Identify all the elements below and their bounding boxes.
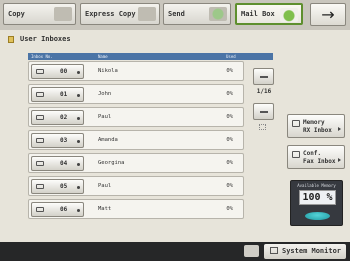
- inbox-row[interactable]: 06 Matt 0%: [28, 199, 244, 219]
- memory-rx-inbox-label-2: RX Inbox: [303, 127, 332, 134]
- inbox-name: Matt: [98, 206, 112, 212]
- conf-fax-inbox-button[interactable]: Conf. Fax Inbox: [287, 145, 345, 169]
- inbox-number-button[interactable]: 03: [31, 133, 84, 148]
- system-monitor-button[interactable]: System Monitor: [264, 244, 346, 259]
- inbox-icon: [36, 138, 44, 143]
- inbox-name: Georgina: [98, 160, 125, 166]
- memory-disk-icon: [305, 212, 330, 220]
- inbox-number-button[interactable]: 01: [31, 87, 84, 102]
- inbox-icon: [292, 120, 300, 127]
- inbox-icon: [36, 115, 44, 120]
- page-indicator: 1/16: [256, 88, 272, 95]
- inbox-number-button[interactable]: 00: [31, 64, 84, 79]
- inbox-row[interactable]: 02 Paul 0%: [28, 107, 244, 127]
- inbox-name: Amanda: [98, 137, 118, 143]
- memory-rx-inbox-label-1: Memory: [303, 119, 325, 126]
- chevron-right-icon: [338, 127, 341, 131]
- tab-mail-box[interactable]: Mail Box: [235, 3, 303, 25]
- scroll-down-icon: [260, 111, 268, 113]
- inbox-name: Nikola: [98, 68, 118, 74]
- scroll-up-button[interactable]: [253, 68, 274, 85]
- monitor-icon: [270, 247, 278, 254]
- page-title-text: User Inboxes: [20, 35, 71, 43]
- inbox-icon: [36, 207, 44, 212]
- device-icon[interactable]: [244, 245, 259, 257]
- inbox-name: Paul: [98, 114, 112, 120]
- chevron-right-icon: [77, 209, 80, 212]
- tab-copy-label: Copy: [8, 10, 25, 18]
- scroll-up-icon: [260, 76, 268, 78]
- system-monitor-label: System Monitor: [282, 247, 342, 255]
- inbox-number-button[interactable]: 06: [31, 202, 84, 217]
- inbox-list-header: Inbox No. Name Used: [28, 53, 273, 60]
- inbox-row[interactable]: 04 Georgina 0%: [28, 153, 244, 173]
- chevron-right-icon: [77, 163, 80, 166]
- inbox-icon: [36, 69, 44, 74]
- available-memory-value: 100 %: [299, 190, 336, 205]
- status-bar: System Monitor: [0, 242, 350, 261]
- copier-icon: [54, 7, 72, 21]
- chevron-right-icon: [77, 140, 80, 143]
- page-title: User Inboxes: [8, 33, 71, 45]
- scroll-down-button[interactable]: [253, 103, 274, 120]
- inbox-number: 06: [60, 206, 68, 213]
- inbox-number: 04: [60, 160, 68, 167]
- inbox-row[interactable]: 03 Amanda 0%: [28, 130, 244, 150]
- inbox-number-button[interactable]: 04: [31, 156, 84, 171]
- conf-fax-inbox-label-2: Fax Inbox: [303, 158, 336, 165]
- inbox-number-button[interactable]: 02: [31, 110, 84, 125]
- inbox-used: 0%: [226, 114, 233, 120]
- column-inbox-no: Inbox No.: [31, 54, 53, 59]
- inbox-icon: [292, 151, 300, 158]
- available-memory-panel: Available Memory 100 %: [290, 180, 343, 226]
- tab-express-copy[interactable]: Express Copy: [80, 3, 160, 25]
- chevron-right-icon: [77, 71, 80, 74]
- inbox-icon: [36, 184, 44, 189]
- inbox-row[interactable]: 01 John 0%: [28, 84, 244, 104]
- memory-rx-inbox-button[interactable]: Memory RX Inbox: [287, 114, 345, 138]
- mailbox-icon: [280, 8, 298, 22]
- inbox-number: 03: [60, 137, 68, 144]
- conf-fax-inbox-label-1: Conf.: [303, 150, 322, 157]
- tab-mail-box-label: Mail Box: [241, 10, 275, 18]
- inbox-used: 0%: [226, 160, 233, 166]
- folder-icon: [8, 35, 14, 43]
- list-view-icon: [259, 124, 266, 130]
- chevron-right-icon: [77, 186, 80, 189]
- inbox-number: 02: [60, 114, 68, 121]
- inbox-icon: [36, 161, 44, 166]
- chevron-right-icon: [338, 158, 341, 162]
- column-name: Name: [98, 54, 108, 59]
- tab-send[interactable]: Send: [163, 3, 231, 25]
- inbox-used: 0%: [226, 68, 233, 74]
- inbox-name: John: [98, 91, 112, 97]
- mailbox-screen: Copy Express Copy Send Mail Box → User I…: [0, 0, 350, 261]
- available-memory-title: Available Memory: [297, 183, 336, 188]
- chevron-right-icon: [77, 94, 80, 97]
- next-arrow-button[interactable]: →: [310, 3, 346, 26]
- inbox-used: 0%: [226, 183, 233, 189]
- inbox-number: 01: [60, 91, 68, 98]
- tab-send-label: Send: [168, 10, 185, 18]
- inbox-number: 05: [60, 183, 68, 190]
- column-used: Used: [226, 54, 236, 59]
- inbox-number-button[interactable]: 05: [31, 179, 84, 194]
- inbox-name: Paul: [98, 183, 112, 189]
- chevron-right-icon: [77, 117, 80, 120]
- inbox-number: 00: [60, 68, 68, 75]
- send-icon: [209, 7, 227, 21]
- function-tabs: Copy Express Copy Send Mail Box →: [0, 0, 350, 30]
- express-copy-icon: [138, 7, 156, 21]
- tab-express-copy-label: Express Copy: [85, 10, 136, 18]
- inbox-used: 0%: [226, 206, 233, 212]
- inbox-used: 0%: [226, 137, 233, 143]
- inbox-used: 0%: [226, 91, 233, 97]
- tab-copy[interactable]: Copy: [3, 3, 76, 25]
- inbox-row[interactable]: 00 Nikola 0%: [28, 61, 244, 81]
- inbox-icon: [36, 92, 44, 97]
- inbox-row[interactable]: 05 Paul 0%: [28, 176, 244, 196]
